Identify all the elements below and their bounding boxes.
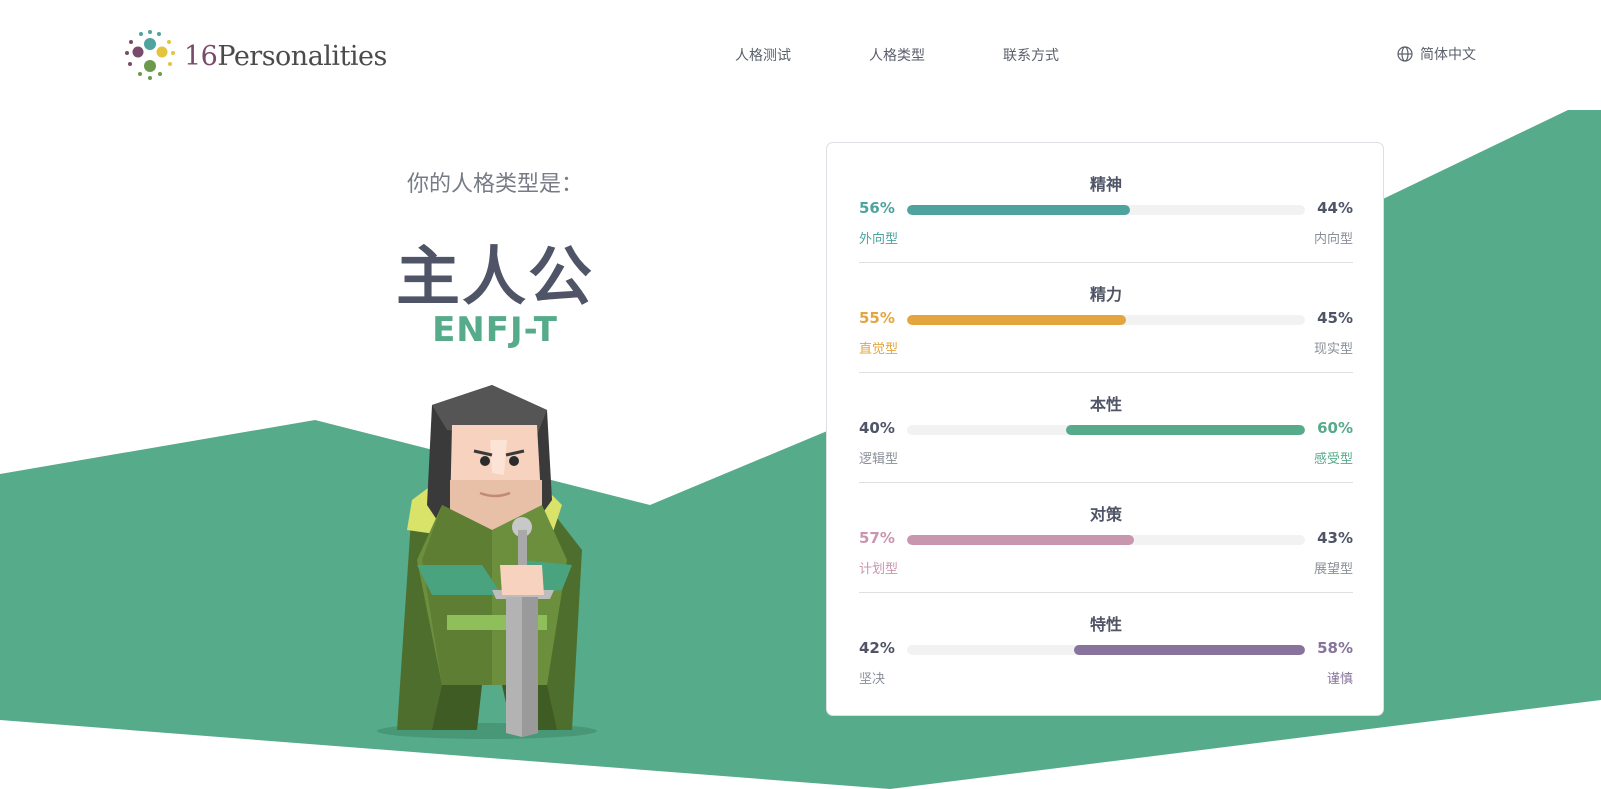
divider <box>859 372 1353 373</box>
personality-type-name: 主人公 <box>396 241 594 315</box>
trait-left-label: 外向型 <box>859 232 899 247</box>
nav-item-contact[interactable]: 联系方式 <box>1003 45 1059 65</box>
trait-bar-fill <box>907 535 1134 545</box>
logo-dots-icon <box>125 30 175 80</box>
trait-bar-fill <box>907 205 1130 215</box>
language-selector[interactable]: 简体中文 <box>1397 44 1476 64</box>
trait-energy: 精力 55% 45% 直觉型 现实型 <box>859 281 1353 391</box>
divider <box>859 262 1353 263</box>
protagonist-character-illustration <box>377 385 597 739</box>
trait-right-percent: 58% <box>1317 639 1353 657</box>
trait-bar-fill <box>1066 425 1305 435</box>
trait-mind: 精神 56% 44% 外向型 内向型 <box>859 171 1353 281</box>
trait-left-label: 直觉型 <box>859 342 899 357</box>
trait-bar-fill <box>1074 645 1305 655</box>
trait-right-percent: 43% <box>1317 529 1353 547</box>
result-intro: 你的人格类型是： <box>406 172 583 197</box>
trait-right-percent: 44% <box>1317 199 1353 217</box>
language-label: 简体中文 <box>1420 47 1476 63</box>
trait-left-label: 坚决 <box>859 672 886 687</box>
trait-nature: 本性 40% 60% 逻辑型 感受型 <box>859 391 1353 501</box>
logo-wordmark: 16Personalities <box>184 40 387 72</box>
divider <box>859 482 1353 483</box>
trait-right-percent: 60% <box>1317 419 1353 437</box>
trait-bar <box>907 315 1305 325</box>
main-nav: 人格测试 人格类型 联系方式 <box>735 45 1137 65</box>
trait-title: 精力 <box>1089 285 1122 304</box>
trait-tactics: 对策 57% 43% 计划型 展望型 <box>859 501 1353 611</box>
nav-item-test[interactable]: 人格测试 <box>735 45 791 65</box>
trait-right-label: 展望型 <box>1313 562 1353 577</box>
trait-title: 精神 <box>1089 175 1122 194</box>
trait-title: 特性 <box>1089 615 1122 634</box>
trait-right-percent: 45% <box>1317 309 1353 327</box>
personality-type-code: ENFJ-T <box>432 310 558 350</box>
trait-title: 对策 <box>1089 505 1122 524</box>
trait-scores-card: 精神 56% 44% 外向型 内向型 精力 55% 45% 直觉型 现实型 本性… <box>826 142 1384 716</box>
site-logo[interactable]: 16Personalities <box>120 26 387 86</box>
trait-title: 本性 <box>1089 395 1122 414</box>
trait-bar-fill <box>907 315 1126 325</box>
divider <box>859 592 1353 593</box>
trait-right-label: 感受型 <box>1313 452 1353 467</box>
globe-icon <box>1397 46 1413 62</box>
trait-left-label: 计划型 <box>859 562 899 577</box>
trait-identity: 特性 42% 58% 坚决 谨慎 <box>859 611 1353 721</box>
trait-bar <box>907 205 1305 215</box>
top-navigation: 16Personalities 人格测试 人格类型 联系方式 简体中文 <box>0 0 1601 110</box>
trait-left-label: 逻辑型 <box>859 452 899 467</box>
trait-left-percent: 56% <box>859 199 895 217</box>
nav-item-types[interactable]: 人格类型 <box>869 45 925 65</box>
trait-right-label: 现实型 <box>1313 342 1353 357</box>
trait-left-percent: 55% <box>859 309 895 327</box>
trait-bar <box>907 535 1305 545</box>
trait-right-label: 谨慎 <box>1326 672 1353 687</box>
trait-bar <box>907 425 1305 435</box>
trait-right-label: 内向型 <box>1313 232 1353 247</box>
trait-bar <box>907 645 1305 655</box>
trait-left-percent: 57% <box>859 529 895 547</box>
trait-left-percent: 42% <box>859 639 895 657</box>
trait-left-percent: 40% <box>859 419 895 437</box>
